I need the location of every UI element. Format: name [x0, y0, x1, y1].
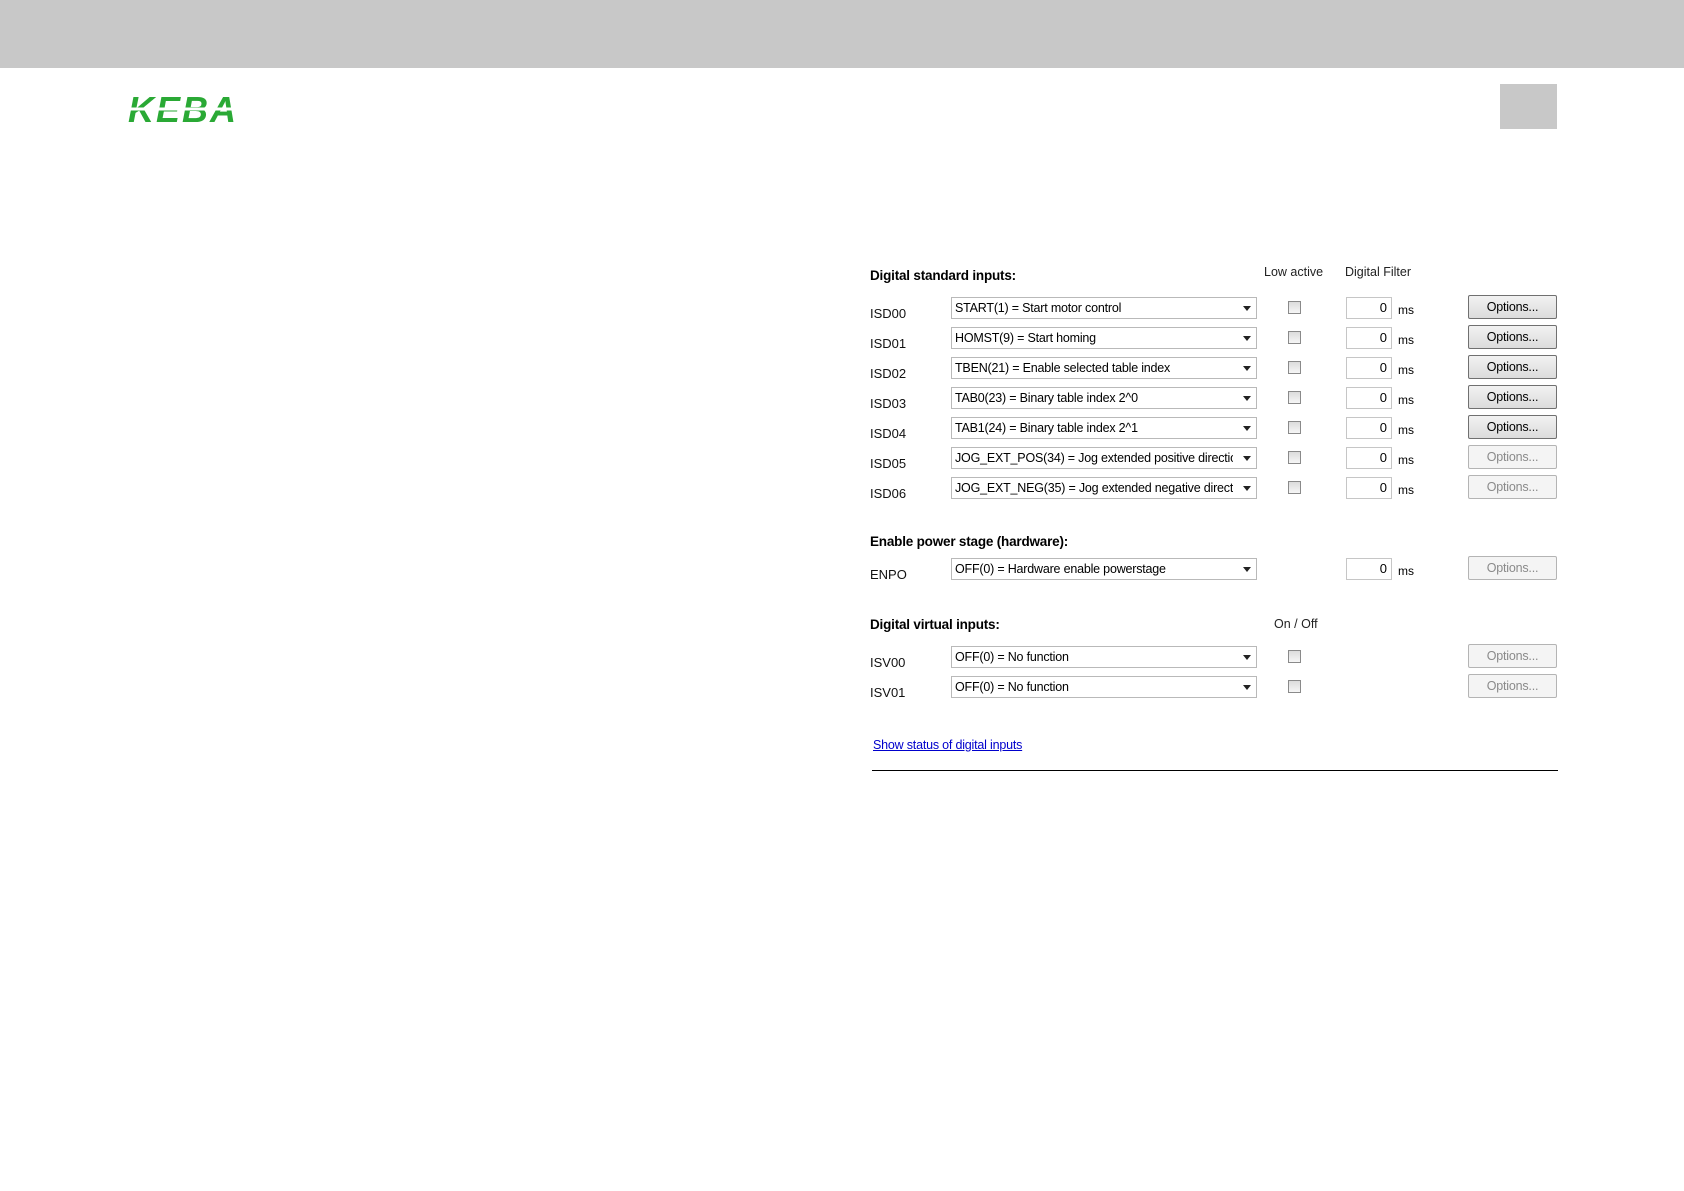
dropdown-value: TAB1(24) = Binary table index 2^1 — [955, 421, 1138, 435]
digital-filter-input[interactable]: 0 — [1346, 387, 1392, 409]
section-title-virtual-inputs: Digital virtual inputs: — [870, 617, 1000, 632]
keba-logo: KEBA — [128, 92, 268, 126]
function-dropdown[interactable]: TAB1(24) = Binary table index 2^1 — [951, 417, 1257, 439]
chevron-down-icon — [1243, 426, 1251, 431]
digital-filter-input[interactable]: 0 — [1346, 297, 1392, 319]
input-label: ISD05 — [870, 456, 907, 471]
checkbox[interactable] — [1288, 361, 1301, 374]
input-row-enpo: ENPO OFF(0) = Hardware enable powerstage… — [870, 556, 1560, 584]
input-row-isd00: ISD00 START(1) = Start motor control 0 ms Op… — [870, 295, 1560, 323]
input-row-isv01: ISV01 OFF(0) = No function Options... — [870, 674, 1560, 702]
options-button[interactable]: Options... — [1468, 475, 1557, 499]
input-label: ISV01 — [870, 685, 906, 700]
function-dropdown[interactable]: TBEN(21) = Enable selected table index — [951, 357, 1257, 379]
unit-label: ms — [1398, 453, 1414, 467]
column-header-on-off: On / Off — [1274, 617, 1318, 631]
digital-filter-input[interactable]: 0 — [1346, 417, 1392, 439]
checkbox[interactable] — [1288, 680, 1301, 693]
options-button[interactable]: Options... — [1468, 674, 1557, 698]
input-label: ENPO — [870, 567, 907, 582]
section-title-enable-power-stage: Enable power stage (hardware): — [870, 534, 1069, 549]
digital-filter-input[interactable]: 0 — [1346, 558, 1392, 580]
dropdown-value: HOMST(9) = Start homing — [955, 331, 1096, 345]
dropdown-value: TBEN(21) = Enable selected table index — [955, 361, 1171, 375]
function-dropdown[interactable]: JOG_EXT_POS(34) = Jog extended positive … — [951, 447, 1257, 469]
show-status-link[interactable]: Show status of digital inputs — [873, 738, 1022, 752]
digital-filter-input[interactable]: 0 — [1346, 477, 1392, 499]
unit-label: ms — [1398, 363, 1414, 377]
digital-filter-input[interactable]: 0 — [1346, 327, 1392, 349]
function-dropdown[interactable]: START(1) = Start motor control — [951, 297, 1257, 319]
page-number-box — [1500, 84, 1557, 129]
unit-label: ms — [1398, 333, 1414, 347]
dropdown-value: OFF(0) = No function — [955, 650, 1069, 664]
unit-label: ms — [1398, 423, 1414, 437]
checkbox[interactable] — [1288, 391, 1301, 404]
dropdown-value: JOG_EXT_NEG(35) = Jog extended negative … — [955, 481, 1233, 495]
input-label: ISD00 — [870, 306, 907, 321]
input-row-isd04: ISD04 TAB1(24) = Binary table index 2^1 0 m… — [870, 415, 1560, 443]
function-dropdown[interactable]: OFF(0) = No function — [951, 646, 1257, 668]
chevron-down-icon — [1243, 366, 1251, 371]
chevron-down-icon — [1243, 306, 1251, 311]
function-dropdown[interactable]: JOG_EXT_NEG(35) = Jog extended negative … — [951, 477, 1257, 499]
chevron-down-icon — [1243, 456, 1251, 461]
header-bar — [0, 0, 1684, 68]
options-button[interactable]: Options... — [1468, 355, 1557, 379]
checkbox[interactable] — [1288, 301, 1301, 314]
digital-filter-input[interactable]: 0 — [1346, 447, 1392, 469]
options-button[interactable]: Options... — [1468, 295, 1557, 319]
checkbox[interactable] — [1288, 421, 1301, 434]
unit-label: ms — [1398, 303, 1414, 317]
input-label: ISD02 — [870, 366, 907, 381]
options-button[interactable]: Options... — [1468, 556, 1557, 580]
input-row-isd03: ISD03 TAB0(23) = Binary table index 2^0 0 m… — [870, 385, 1560, 413]
function-dropdown[interactable]: OFF(0) = Hardware enable powerstage — [951, 558, 1257, 580]
chevron-down-icon — [1243, 486, 1251, 491]
checkbox[interactable] — [1288, 451, 1301, 464]
function-dropdown[interactable]: HOMST(9) = Start homing — [951, 327, 1257, 349]
input-row-isd05: ISD05 JOG_EXT_POS(34) = Jog extended posi… — [870, 445, 1560, 473]
options-button[interactable]: Options... — [1468, 385, 1557, 409]
input-label: ISD04 — [870, 426, 907, 441]
checkbox[interactable] — [1288, 650, 1301, 663]
chevron-down-icon — [1243, 567, 1251, 572]
section-title-standard-inputs: Digital standard inputs: — [870, 268, 1016, 283]
dropdown-value: OFF(0) = Hardware enable powerstage — [955, 562, 1166, 576]
input-label: ISD01 — [870, 336, 907, 351]
dropdown-value: TAB0(23) = Binary table index 2^0 — [955, 391, 1138, 405]
options-button[interactable]: Options... — [1468, 445, 1557, 469]
options-button[interactable]: Options... — [1468, 415, 1557, 439]
dropdown-value: START(1) = Start motor control — [955, 301, 1122, 315]
dropdown-value: JOG_EXT_POS(34) = Jog extended positive … — [955, 451, 1233, 465]
unit-label: ms — [1398, 483, 1414, 497]
input-label: ISV00 — [870, 655, 906, 670]
function-dropdown[interactable]: OFF(0) = No function — [951, 676, 1257, 698]
chevron-down-icon — [1243, 655, 1251, 660]
input-row-isd01: ISD01 HOMST(9) = Start homing 0 ms Options..… — [870, 325, 1560, 353]
input-label: ISD06 — [870, 486, 907, 501]
unit-label: ms — [1398, 564, 1414, 578]
input-row-isd06: ISD06 JOG_EXT_NEG(35) = Jog extended nega… — [870, 475, 1560, 503]
checkbox[interactable] — [1288, 331, 1301, 344]
separator-line — [872, 770, 1558, 771]
options-button[interactable]: Options... — [1468, 644, 1557, 668]
dropdown-value: OFF(0) = No function — [955, 680, 1069, 694]
input-row-isv00: ISV00 OFF(0) = No function Options... — [870, 644, 1560, 672]
chevron-down-icon — [1243, 336, 1251, 341]
unit-label: ms — [1398, 393, 1414, 407]
chevron-down-icon — [1243, 396, 1251, 401]
digital-filter-input[interactable]: 0 — [1346, 357, 1392, 379]
input-row-isd02: ISD02 TBEN(21) = Enable selected table in… — [870, 355, 1560, 383]
chevron-down-icon — [1243, 685, 1251, 690]
column-header-low-active: Low active — [1264, 265, 1324, 279]
function-dropdown[interactable]: TAB0(23) = Binary table index 2^0 — [951, 387, 1257, 409]
checkbox[interactable] — [1288, 481, 1301, 494]
options-button[interactable]: Options... — [1468, 325, 1557, 349]
column-header-digital-filter: Digital Filter — [1345, 265, 1411, 279]
input-label: ISD03 — [870, 396, 907, 411]
